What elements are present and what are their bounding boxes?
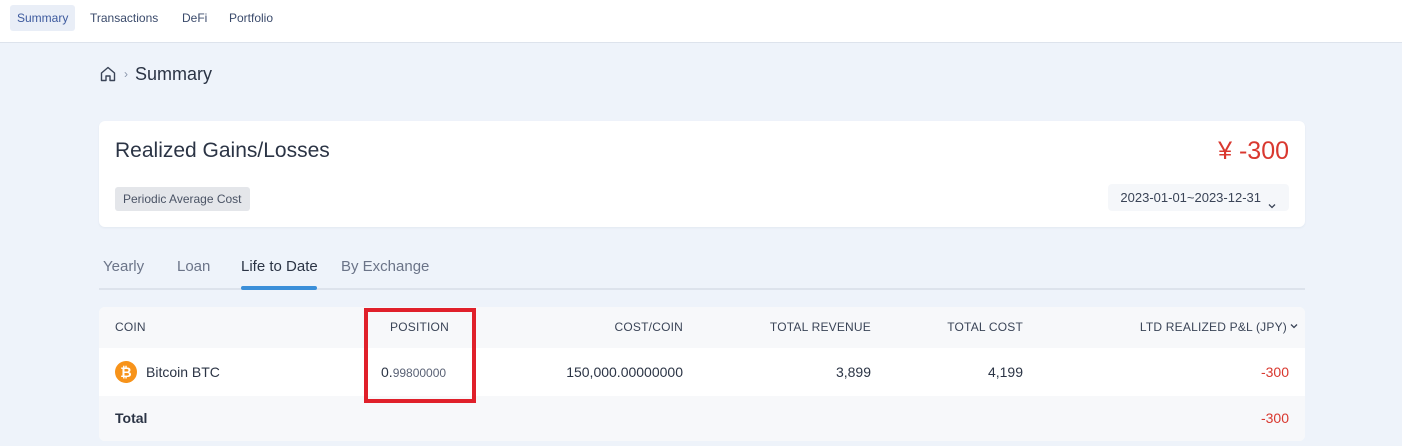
breadcrumb-separator: ›	[124, 67, 128, 81]
total-pnl-value: -300	[1260, 410, 1289, 426]
tab-loan[interactable]: Loan	[177, 258, 210, 275]
breadcrumb: › Summary	[99, 62, 212, 86]
active-tab-indicator	[241, 286, 317, 290]
top-nav: Summary Transactions DeFi Portfolio	[0, 0, 1402, 43]
view-tabs: Yearly Loan Life to Date By Exchange	[99, 250, 1305, 290]
header-coin: COIN	[115, 320, 146, 334]
home-icon[interactable]	[99, 65, 117, 83]
table-header: COIN POSITION COST/COIN TOTAL REVENUE TO…	[99, 307, 1305, 348]
coin-symbol: BTC	[191, 364, 220, 380]
chevron-down-icon	[1267, 193, 1277, 208]
coin-name-text: Bitcoin	[146, 364, 189, 380]
coin-name: Bitcoin BTC	[146, 364, 220, 380]
table-row: ₿ Bitcoin BTC 0.99800000 150,000.0000000…	[99, 348, 1305, 396]
nav-tab-summary[interactable]: Summary	[10, 5, 76, 31]
header-ltd-pnl-label: LTD REALIZED P&L (JPY)	[1139, 320, 1287, 334]
page-title: Summary	[135, 63, 213, 84]
gains-table: COIN POSITION COST/COIN TOTAL REVENUE TO…	[99, 307, 1305, 441]
date-range-label: 2023-01-01~2023-12-31	[1120, 190, 1261, 205]
header-total-revenue: TOTAL REVENUE	[769, 320, 871, 334]
date-range-picker[interactable]: 2023-01-01~2023-12-31	[1108, 184, 1289, 211]
total-revenue-value: 3,899	[835, 364, 871, 380]
cost-method-badge: Periodic Average Cost	[115, 187, 250, 211]
bitcoin-icon: ₿	[115, 361, 137, 383]
tab-yearly[interactable]: Yearly	[103, 258, 144, 275]
header-ltd-pnl[interactable]: LTD REALIZED P&L (JPY)	[1139, 320, 1298, 334]
sort-chevron-icon	[1290, 324, 1298, 329]
nav-tab-defi[interactable]: DeFi	[175, 5, 214, 31]
position-minor: 99800000	[392, 366, 447, 380]
total-realized-amount: ¥ -300	[1218, 137, 1289, 165]
cost-per-coin-value: 150,000.00000000	[566, 364, 683, 380]
nav-tab-transactions[interactable]: Transactions	[83, 5, 165, 31]
card-title: Realized Gains/Losses	[115, 139, 330, 162]
total-label: Total	[115, 410, 148, 426]
tab-by-exchange[interactable]: By Exchange	[341, 258, 429, 275]
header-position: POSITION	[390, 320, 449, 334]
header-cost-per-coin: COST/COIN	[614, 320, 683, 334]
realized-gains-card: Realized Gains/Losses Periodic Average C…	[99, 121, 1305, 227]
nav-tab-portfolio[interactable]: Portfolio	[222, 5, 280, 31]
total-cost-value: 4,199	[987, 364, 1023, 380]
total-row: Total -300	[99, 396, 1305, 441]
position-value: 0.99800000	[381, 364, 446, 380]
tab-life-to-date[interactable]: Life to Date	[241, 258, 318, 275]
position-major: 0.	[381, 364, 393, 380]
ltd-pnl-value: -300	[1260, 364, 1289, 380]
header-total-cost: TOTAL COST	[947, 320, 1023, 334]
